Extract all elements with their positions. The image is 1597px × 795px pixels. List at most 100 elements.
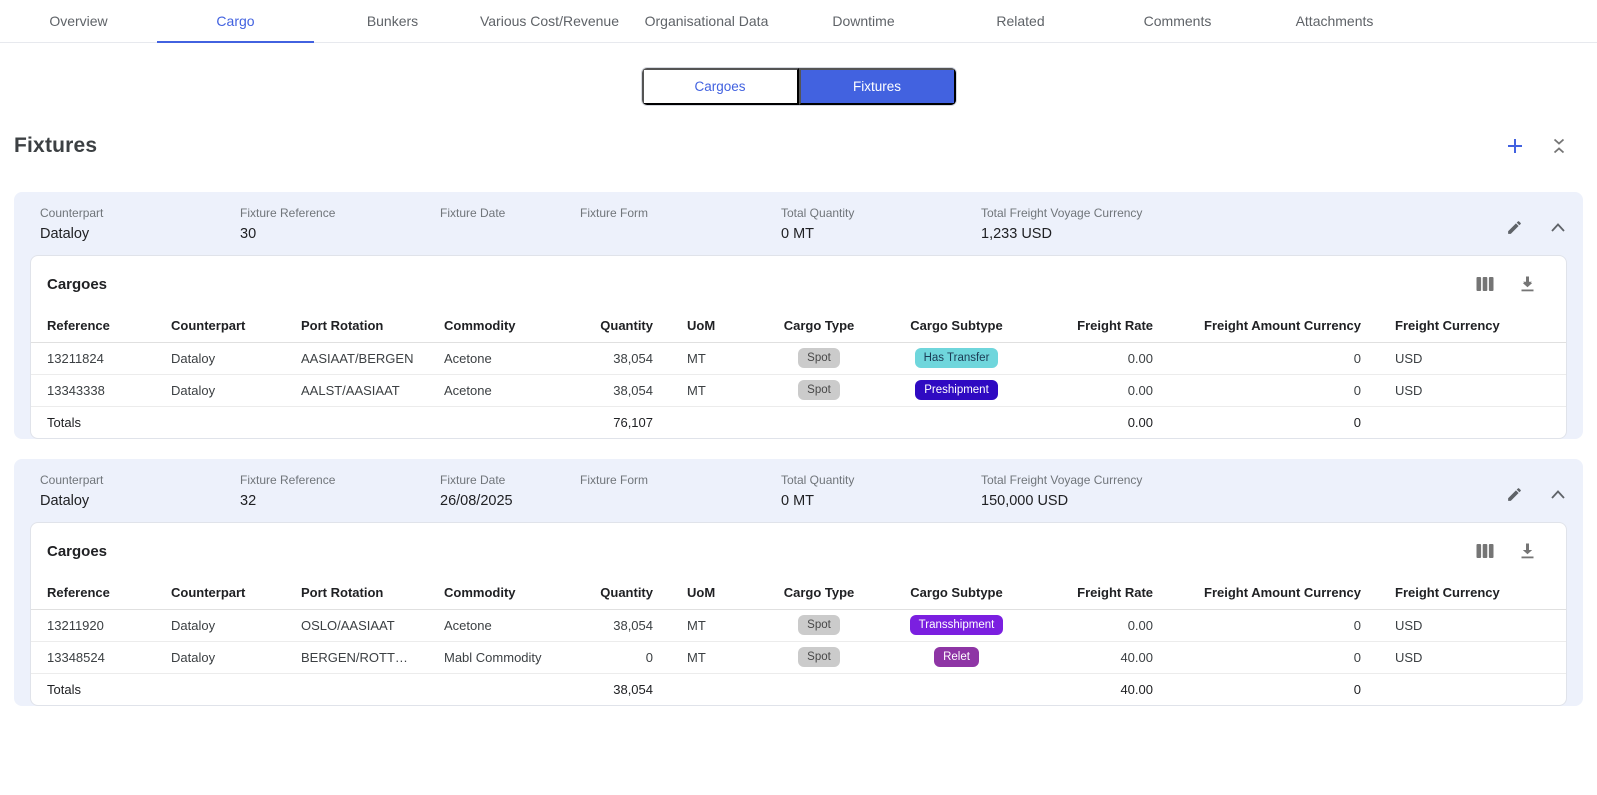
cargo-subtype-chip: Has Transfer [915,348,999,368]
table-row[interactable]: 13343338 Dataloy AALST/AASIAAT Acetone 3… [31,374,1566,406]
col-port-rotation: Port Rotation [301,577,444,609]
field-counterpart: Counterpart Dataloy [40,206,240,243]
collapse-all-button[interactable] [1548,135,1570,157]
col-commodity: Commodity [444,310,589,342]
tab-related[interactable]: Related [942,0,1099,42]
field-total-quantity: Total Quantity 0 MT [781,473,981,510]
cell-quantity: 38,054 [589,342,669,374]
download-button[interactable] [1516,540,1538,562]
tab-attachments[interactable]: Attachments [1256,0,1413,42]
tab-comments[interactable]: Comments [1099,0,1256,42]
cell-freight-currency: USD [1377,342,1566,374]
empty-cell [1377,673,1566,705]
tab-cargo[interactable]: Cargo [157,0,314,42]
card-actions [1503,473,1569,505]
tab-various-cost-revenue[interactable]: Various Cost/Revenue [471,0,628,42]
tab-organisational-data[interactable]: Organisational Data [628,0,785,42]
cell-port-rotation: OSLO/AASIAAT [301,609,444,641]
table-row[interactable]: 13348524 Dataloy BERGEN/ROTT… Mabl Commo… [31,641,1566,673]
cell-freight-rate: 0.00 [1039,609,1169,641]
field-total-freight: Total Freight Voyage Currency 1,233 USD [981,206,1503,243]
totals-quantity: 76,107 [589,406,669,438]
columns-button[interactable] [1474,273,1496,295]
active-tab-underline [157,41,314,43]
col-uom: UoM [669,310,764,342]
cargoes-panel-head: Cargoes [31,256,1566,310]
table-row[interactable]: 13211824 Dataloy AASIAAT/BERGEN Acetone … [31,342,1566,374]
field-value: 32 [240,493,440,510]
cell-quantity: 38,054 [589,374,669,406]
field-label: Fixture Form [580,473,781,487]
toggle-cargoes-button[interactable]: Cargoes [642,68,799,105]
col-freight-rate: Freight Rate [1039,310,1169,342]
tab-label: Downtime [832,13,894,29]
col-cargo-type: Cargo Type [764,577,874,609]
cargoes-table: Reference Counterpart Port Rotation Comm… [31,577,1566,705]
cargoes-panel: Cargoes [30,522,1567,706]
cell-reference: 13211920 [31,609,171,641]
field-value [580,226,781,243]
field-label: Counterpart [40,206,240,220]
cell-freight-currency: USD [1377,641,1566,673]
tab-label: Organisational Data [645,13,769,29]
totals-row: Totals 76,107 0.00 0 [31,406,1566,438]
field-label: Fixture Date [440,206,580,220]
download-icon [1520,276,1535,293]
download-button[interactable] [1516,273,1538,295]
col-freight-rate: Freight Rate [1039,577,1169,609]
edit-fixture-button[interactable] [1503,216,1525,238]
add-fixture-button[interactable] [1504,135,1526,157]
empty-cell [669,406,764,438]
col-freight-currency: Freight Currency [1377,310,1566,342]
toggle-fixtures-button[interactable]: Fixtures [799,68,956,105]
collapse-card-button[interactable] [1547,483,1569,505]
col-quantity: Quantity [589,577,669,609]
cargo-subtype-chip: Transshipment [910,615,1004,635]
cell-freight-currency: USD [1377,374,1566,406]
collapse-card-button[interactable] [1547,216,1569,238]
col-counterpart: Counterpart [171,310,301,342]
cell-quantity: 0 [589,641,669,673]
table-row[interactable]: 13211920 Dataloy OSLO/AASIAAT Acetone 38… [31,609,1566,641]
field-fixture-date: Fixture Date [440,206,580,243]
columns-button[interactable] [1474,540,1496,562]
columns-icon [1476,543,1494,559]
cargo-type-chip: Spot [798,348,840,368]
chevron-up-icon [1551,490,1565,499]
tab-downtime[interactable]: Downtime [785,0,942,42]
col-uom: UoM [669,577,764,609]
cell-uom: MT [669,641,764,673]
col-cargo-subtype: Cargo Subtype [874,310,1039,342]
cell-cargo-subtype: Preshipment [874,374,1039,406]
empty-cell [1377,406,1566,438]
cargo-type-chip: Spot [798,615,840,635]
field-fixture-form: Fixture Form [580,206,781,243]
field-label: Fixture Reference [240,206,440,220]
tab-overview[interactable]: Overview [0,0,157,42]
cell-commodity: Acetone [444,609,589,641]
cell-counterpart: Dataloy [171,342,301,374]
cell-freight-amount-currency: 0 [1169,609,1377,641]
table-header-row: Reference Counterpart Port Rotation Comm… [31,577,1566,609]
cell-counterpart: Dataloy [171,609,301,641]
fixture-card: Counterpart Dataloy Fixture Reference 30… [14,192,1583,439]
chevron-up-icon [1551,223,1565,232]
field-total-freight: Total Freight Voyage Currency 150,000 US… [981,473,1503,510]
edit-fixture-button[interactable] [1503,483,1525,505]
totals-label: Totals [31,673,171,705]
field-label: Total Freight Voyage Currency [981,206,1503,220]
cell-quantity: 38,054 [589,609,669,641]
totals-label: Totals [31,406,171,438]
cell-port-rotation: AALST/AASIAAT [301,374,444,406]
field-label: Fixture Date [440,473,580,487]
tab-label: Attachments [1296,13,1374,29]
tab-bunkers[interactable]: Bunkers [314,0,471,42]
tab-label: Overview [49,13,107,29]
empty-cell [444,673,589,705]
field-fixture-reference: Fixture Reference 32 [240,473,440,510]
col-port-rotation: Port Rotation [301,310,444,342]
tab-label: Bunkers [367,13,418,29]
col-reference: Reference [31,310,171,342]
cargo-type-chip: Spot [798,647,840,667]
col-commodity: Commodity [444,577,589,609]
